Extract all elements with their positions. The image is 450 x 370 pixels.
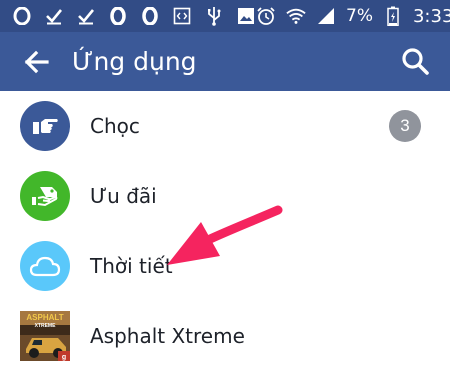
list-item-label: Chọc	[90, 114, 140, 138]
svg-text:ASPHALT: ASPHALT	[26, 313, 63, 322]
search-button[interactable]	[400, 46, 430, 76]
list-item-offers[interactable]: Ưu đãi	[0, 161, 450, 231]
status-notifications	[12, 6, 256, 26]
alarm-icon	[256, 6, 276, 26]
opera-icon	[12, 6, 32, 26]
list-item-label: Asphalt Xtreme	[90, 324, 245, 348]
usb-icon	[204, 6, 224, 26]
signal-icon	[316, 6, 336, 26]
weather-icon	[20, 241, 70, 291]
opera-icon	[108, 6, 128, 26]
check-icon	[44, 6, 64, 26]
battery-percent: 7%	[346, 6, 373, 26]
list-item-weather[interactable]: Thời tiết	[0, 231, 450, 301]
page-title: Ứng dụng	[72, 47, 197, 76]
opera-icon	[140, 6, 160, 26]
clock: 3:33	[412, 5, 450, 27]
image-icon	[236, 6, 256, 26]
offer-icon	[20, 171, 70, 221]
code-icon	[172, 6, 192, 26]
back-button[interactable]	[22, 48, 50, 76]
svg-text:XTREME: XTREME	[35, 323, 57, 329]
notification-badge: 3	[389, 110, 421, 142]
wifi-icon	[286, 6, 306, 26]
app-list: Chọc 3 Ưu đãi Thời tiết ASPHALT XTREME g…	[0, 91, 450, 370]
list-item-poke[interactable]: Chọc 3	[0, 91, 450, 161]
status-system: 7% 3:33	[256, 6, 450, 27]
search-icon	[402, 48, 429, 75]
list-item-asphalt[interactable]: ASPHALT XTREME g Asphalt Xtreme	[0, 301, 450, 370]
status-bar: 7% 3:33	[0, 0, 450, 32]
poke-icon	[20, 101, 70, 151]
battery-icon	[383, 6, 403, 26]
app-bar: Ứng dụng	[0, 32, 450, 91]
asphalt-game-icon: ASPHALT XTREME g	[20, 311, 70, 361]
list-item-label: Thời tiết	[90, 254, 173, 278]
list-item-label: Ưu đãi	[90, 184, 157, 208]
svg-text:g: g	[62, 354, 66, 361]
check-icon	[76, 6, 96, 26]
arrow-left-icon	[24, 50, 49, 73]
